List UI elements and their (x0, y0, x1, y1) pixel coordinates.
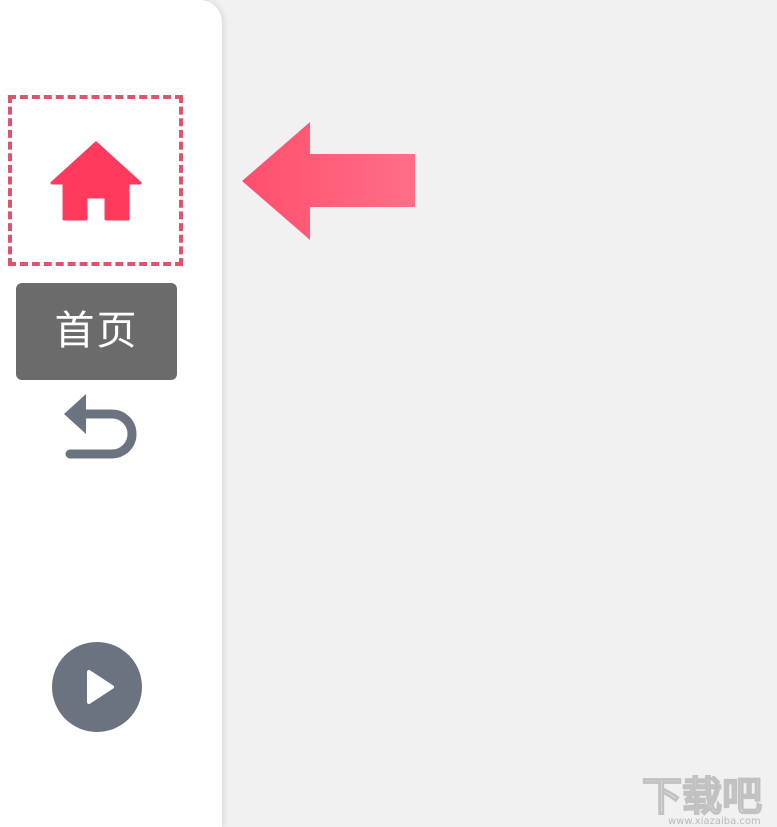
home-button[interactable] (8, 95, 183, 266)
home-icon (50, 141, 141, 220)
watermark-url: www.xiazaiba.com (668, 816, 761, 827)
watermark-logo: 下载吧 www.xiazaiba.com (638, 766, 777, 827)
watermark-text: 下载吧 (642, 774, 762, 820)
back-button[interactable] (56, 388, 140, 460)
play-button[interactable] (52, 642, 142, 732)
back-arrow-icon (64, 394, 137, 459)
sidebar: 首页 (0, 0, 222, 827)
play-icon (87, 670, 114, 704)
home-tooltip: 首页 (16, 283, 177, 380)
left-arrow-pointer (240, 120, 418, 242)
